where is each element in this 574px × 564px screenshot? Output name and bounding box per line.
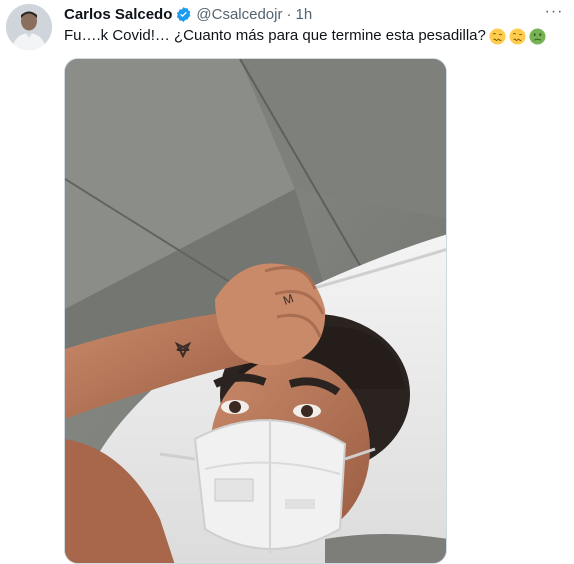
selfie-photo-illustration: M: [65, 59, 446, 563]
tweet-photo[interactable]: M: [64, 58, 447, 564]
separator-dot: ·: [286, 5, 292, 23]
avatar-image: [6, 4, 52, 50]
tweet-header: Carlos Salcedo @Csalcedojr · 1h: [64, 4, 312, 24]
tweet-body: Fu….k Covid!… ¿Cuanto más para que termi…: [64, 26, 546, 46]
verified-badge-icon: [177, 6, 191, 22]
author-handle[interactable]: @Csalcedojr: [196, 6, 282, 23]
tweet-timestamp[interactable]: 1h: [295, 6, 312, 23]
nauseated-face-emoji: [529, 27, 546, 45]
more-options-icon[interactable]: ···: [542, 2, 566, 22]
woozy-face-emoji: [509, 27, 526, 45]
author-name[interactable]: Carlos Salcedo: [64, 6, 172, 23]
woozy-face-emoji: [489, 27, 506, 45]
tweet-text: Fu….k Covid!… ¿Cuanto más para que termi…: [64, 27, 486, 44]
author-avatar[interactable]: [6, 4, 52, 50]
